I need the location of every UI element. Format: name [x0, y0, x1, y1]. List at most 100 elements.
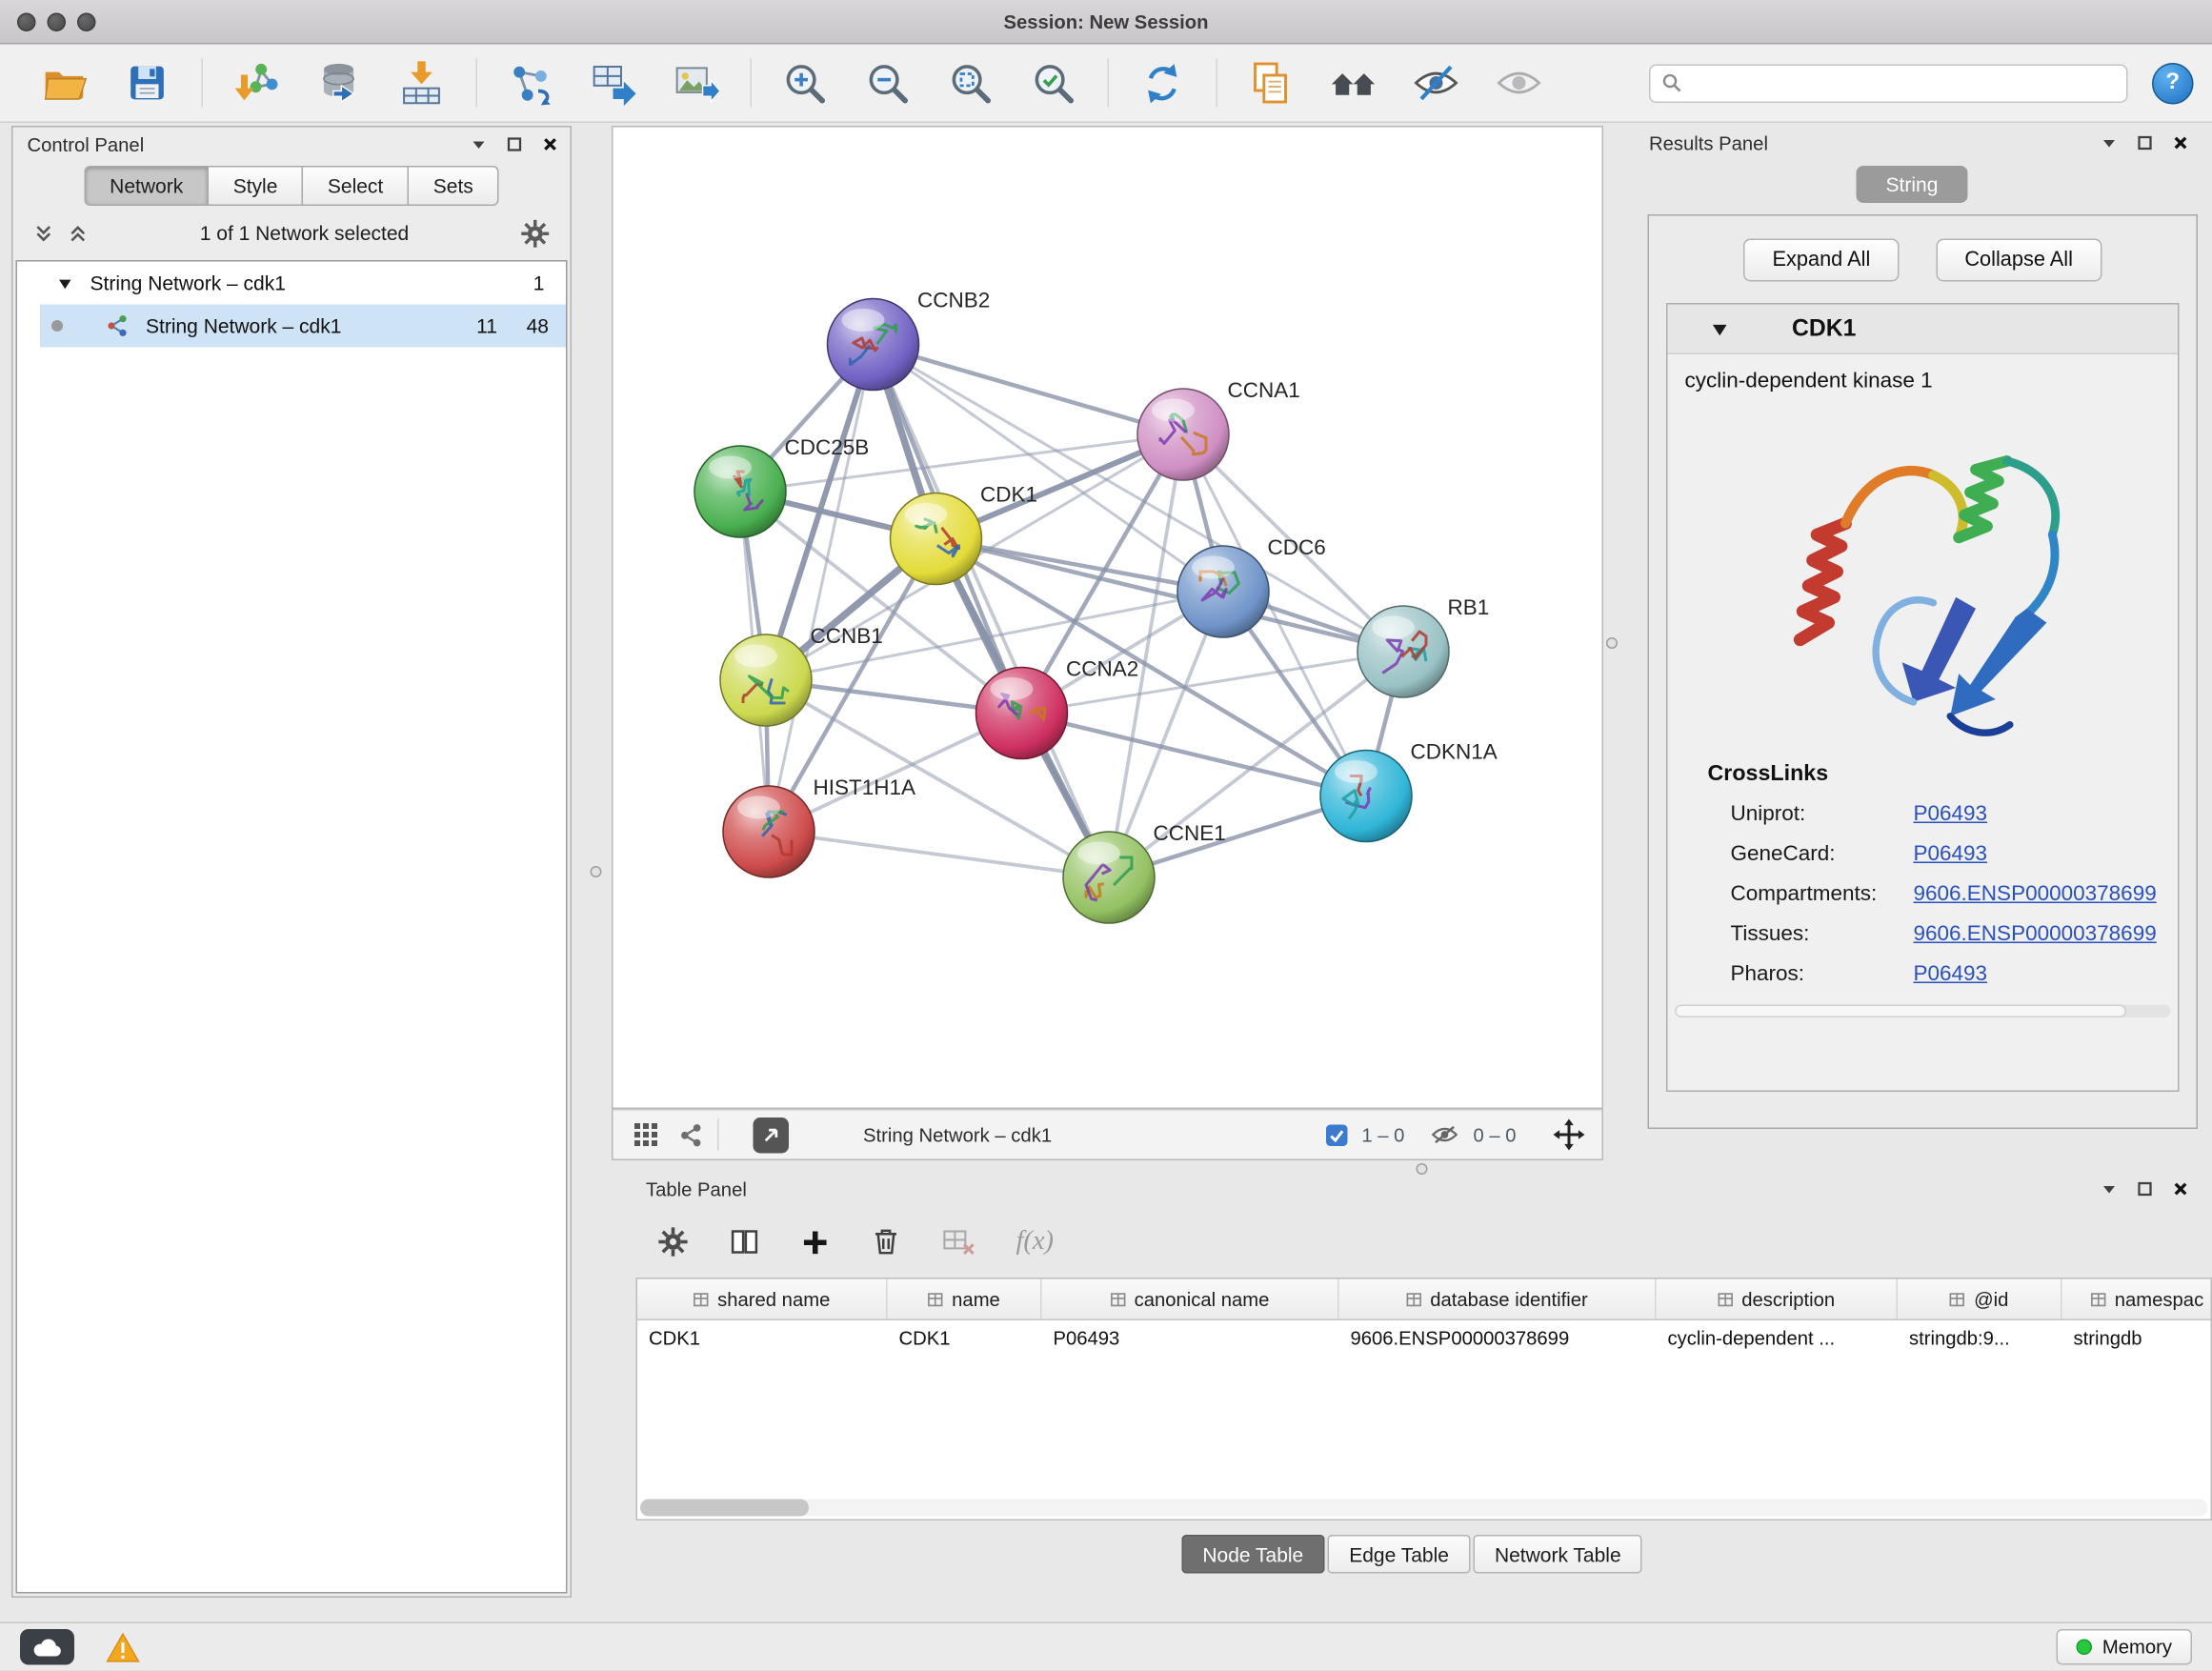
- table-cell[interactable]: CDK1: [888, 1320, 1042, 1358]
- protein-card-header[interactable]: CDK1: [1668, 305, 2179, 355]
- tab-network[interactable]: Network: [84, 166, 209, 206]
- collapse-triangle-icon[interactable]: [1711, 319, 1730, 338]
- import-table-from-file-button[interactable]: [380, 51, 463, 114]
- network-node-cdkn1a[interactable]: CDKN1A: [1320, 740, 1498, 842]
- collapse-all-icon[interactable]: [33, 222, 55, 244]
- crosslink-link[interactable]: P06493: [1914, 801, 1988, 826]
- network-node-cdc6[interactable]: CDC6: [1177, 535, 1326, 637]
- float-panel-icon[interactable]: [2137, 1180, 2154, 1198]
- panel-menu-icon[interactable]: [2101, 134, 2118, 151]
- table-settings-gear-icon[interactable]: [657, 1226, 689, 1258]
- tab-style[interactable]: Style: [209, 166, 303, 206]
- zoom-out-button[interactable]: [846, 51, 929, 114]
- help-button[interactable]: ?: [2152, 62, 2194, 104]
- tab-select[interactable]: Select: [303, 166, 409, 206]
- disclosure-triangle-icon[interactable]: [57, 275, 73, 292]
- panel-menu-icon[interactable]: [2101, 1180, 2118, 1198]
- zoom-selected-button[interactable]: [1012, 51, 1095, 114]
- float-panel-icon[interactable]: [506, 136, 523, 153]
- network-edge[interactable]: [769, 832, 1109, 877]
- crosslink-link[interactable]: 9606.ENSP00000378699: [1914, 921, 2157, 946]
- close-window-icon[interactable]: [17, 12, 36, 31]
- network-node-ccna2[interactable]: CCNA2: [976, 657, 1139, 759]
- column-header[interactable]: shared name: [637, 1279, 888, 1319]
- right-splitter-handle[interactable]: [1606, 637, 1618, 649]
- crosslink-link[interactable]: P06493: [1914, 841, 1988, 866]
- hide-panel-button[interactable]: [1395, 51, 1478, 114]
- selected-checkbox-icon[interactable]: [1326, 1124, 1348, 1146]
- show-columns-icon[interactable]: [729, 1226, 760, 1258]
- refresh-button[interactable]: [1120, 51, 1203, 114]
- new-network-from-selection-button[interactable]: [572, 51, 654, 114]
- column-header[interactable]: canonical name: [1042, 1279, 1339, 1319]
- zoom-in-button[interactable]: [763, 51, 846, 114]
- table-cell[interactable]: 9606.ENSP00000378699: [1339, 1320, 1657, 1358]
- network-edge[interactable]: [874, 345, 1184, 435]
- toolbar-search[interactable]: [1649, 64, 2128, 103]
- delete-table-icon[interactable]: [942, 1226, 976, 1258]
- column-header[interactable]: namespac: [2062, 1279, 2212, 1319]
- cloud-button[interactable]: [20, 1629, 74, 1665]
- table-cell[interactable]: CDK1: [637, 1320, 888, 1358]
- expand-all-icon[interactable]: [68, 222, 90, 244]
- close-panel-icon[interactable]: [2172, 1180, 2189, 1198]
- network-canvas[interactable]: CCNB2CCNA1CDC25BCDK1CDC6RB1CCNB1CCNA2CDK…: [612, 126, 1603, 1109]
- search-input[interactable]: [1691, 70, 2116, 95]
- tab-sets[interactable]: Sets: [409, 166, 499, 206]
- table-cell[interactable]: stringdb:9...: [1898, 1320, 2062, 1358]
- add-icon[interactable]: [800, 1227, 831, 1258]
- tab-string[interactable]: String: [1857, 166, 1968, 203]
- network-node-ccna1[interactable]: CCNA1: [1137, 378, 1300, 480]
- close-panel-icon[interactable]: [542, 136, 559, 153]
- export-image-button[interactable]: [654, 51, 737, 114]
- birdseye-view-button[interactable]: [754, 1117, 790, 1153]
- column-header[interactable]: name: [888, 1279, 1042, 1319]
- delete-trash-icon[interactable]: [871, 1226, 902, 1258]
- new-network-button[interactable]: [489, 51, 572, 114]
- zoom-window-icon[interactable]: [77, 12, 96, 31]
- gear-icon[interactable]: [520, 218, 551, 249]
- network-node-rb1[interactable]: RB1: [1357, 595, 1489, 697]
- scrollbar-thumb[interactable]: [640, 1500, 809, 1517]
- copy-button[interactable]: [1229, 51, 1312, 114]
- table-horizontal-scrollbar[interactable]: [640, 1500, 2208, 1517]
- save-session-button[interactable]: [106, 51, 189, 114]
- network-graph[interactable]: CCNB2CCNA1CDC25BCDK1CDC6RB1CCNB1CCNA2CDK…: [613, 128, 1602, 1108]
- column-header[interactable]: @id: [1898, 1279, 2062, 1319]
- left-splitter-handle[interactable]: [591, 866, 602, 877]
- expand-all-button[interactable]: Expand All: [1744, 239, 1900, 282]
- column-header[interactable]: description: [1657, 1279, 1899, 1319]
- close-panel-icon[interactable]: [2172, 134, 2189, 151]
- share-view-icon[interactable]: [679, 1122, 704, 1147]
- network-node-ccne1[interactable]: CCNE1: [1063, 821, 1226, 923]
- move-crosshair-icon[interactable]: [1554, 1119, 1585, 1151]
- function-builder-icon[interactable]: f(x): [1016, 1226, 1055, 1258]
- network-node-ccnb2[interactable]: CCNB2: [828, 289, 991, 391]
- network-node-hist1h1a[interactable]: HIST1H1A: [723, 775, 915, 877]
- zoom-fit-button[interactable]: [929, 51, 1012, 114]
- tab-edge-table[interactable]: Edge Table: [1328, 1535, 1471, 1574]
- network-row[interactable]: String Network – cdk1 11 48: [40, 305, 566, 348]
- tab-node-table[interactable]: Node Table: [1181, 1535, 1325, 1574]
- float-panel-icon[interactable]: [2137, 134, 2154, 151]
- table-cell[interactable]: P06493: [1042, 1320, 1339, 1358]
- network-collection-row[interactable]: String Network – cdk1 1: [17, 262, 566, 305]
- overview-button[interactable]: [1312, 51, 1395, 114]
- warning-icon[interactable]: [106, 1631, 140, 1662]
- bottom-splitter-handle[interactable]: [1417, 1163, 1428, 1175]
- minimize-window-icon[interactable]: [48, 12, 67, 31]
- network-edge[interactable]: [769, 345, 874, 833]
- column-header[interactable]: database identifier: [1339, 1279, 1657, 1319]
- panel-menu-icon[interactable]: [471, 136, 488, 153]
- table-row[interactable]: CDK1CDK1P064939606.ENSP00000378699cyclin…: [637, 1320, 2211, 1358]
- collapse-all-button[interactable]: Collapse All: [1936, 239, 2101, 282]
- crosslink-link[interactable]: P06493: [1914, 961, 1988, 986]
- tab-network-table[interactable]: Network Table: [1473, 1535, 1642, 1574]
- open-session-button[interactable]: [23, 51, 106, 114]
- table-cell[interactable]: stringdb: [2062, 1320, 2212, 1358]
- import-network-from-database-button[interactable]: [297, 51, 380, 114]
- hidden-eye-slash-icon[interactable]: [1430, 1123, 1458, 1146]
- table-cell[interactable]: cyclin-dependent ...: [1657, 1320, 1899, 1358]
- grid-view-icon[interactable]: [633, 1122, 659, 1148]
- import-network-from-file-button[interactable]: [214, 51, 297, 114]
